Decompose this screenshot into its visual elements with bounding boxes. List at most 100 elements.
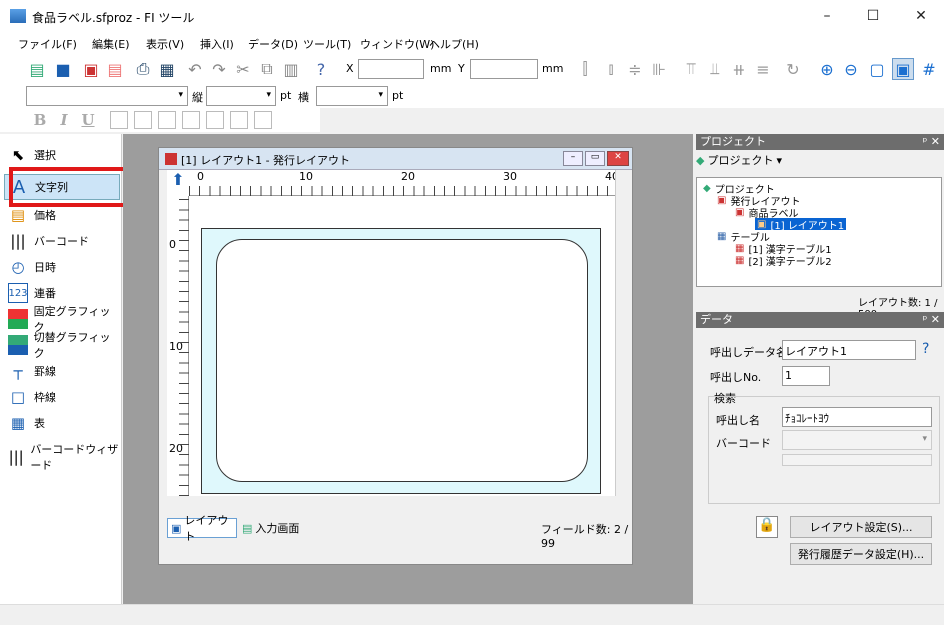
tool-barcode[interactable]: ||| バーコード [4,228,120,254]
layout-window-title: [1] レイアウト1 - 発行レイアウト [181,154,351,167]
valign-middle-icon[interactable] [230,111,248,129]
tool-select[interactable]: ⬉ 選択 [4,142,120,168]
close-button[interactable]: ✕ [898,0,944,32]
align-right-icon[interactable]: ≑ [624,58,646,80]
frame-icon: □ [10,388,26,406]
tab-layout[interactable]: ▣ レイアウト [167,514,237,543]
y-label: Y [458,62,465,75]
underline-button[interactable]: U [78,110,98,130]
search-name-label: 呼出し名 [716,414,760,427]
call-name-label: 呼出しデータ名 [710,346,787,359]
tool-line[interactable]: ┬ 罫線 [4,358,120,384]
align-left-icon[interactable]: ⫿ [574,58,596,80]
grid-icon[interactable]: # [918,58,940,80]
align-bottom-icon[interactable]: ⫫ [704,58,726,80]
distribute-v-icon[interactable]: ≡ [752,58,774,80]
call-no-stepper[interactable]: 1 [782,366,830,386]
tree-item-kanji-table2[interactable]: ▦ [2] 漢字テーブル2 [735,254,832,268]
pin-icon[interactable]: ᵖ ✕ [923,134,940,150]
layout-settings-button[interactable]: レイアウト設定(S)... [790,516,932,538]
layout-folder-icon: ▣ [717,194,727,206]
call-name-input[interactable]: レイアウト1 [782,340,916,360]
zoom-in-icon[interactable]: ⊕ [816,58,838,80]
barcode-field[interactable] [782,454,932,466]
justify-text-icon[interactable] [182,111,200,129]
layout-lock-icon[interactable]: 🔒 [756,516,778,538]
valign-top-icon[interactable] [206,111,224,129]
canvas-area[interactable] [189,196,615,496]
ruler-ticks-v [179,196,189,496]
height-label: 縦 [192,91,203,104]
align-right-text-icon[interactable] [158,111,176,129]
tool-table[interactable]: ▦ 表 [4,410,120,436]
project-icon: ◆ [696,153,705,167]
history-settings-button[interactable]: 発行履歴データ設定(H)... [790,543,932,565]
mdi-close-button[interactable]: ✕ [607,151,629,166]
format-toolbar: B I U [0,108,320,132]
sd-icon[interactable]: ▦ [156,58,178,80]
tool-switch-graphic[interactable]: 切替グラフィック [4,331,120,360]
new-icon[interactable]: ▤ [26,58,48,80]
copy-icon[interactable]: ⧉ [256,58,278,80]
menu-edit[interactable]: 編集(E) [92,36,130,52]
project-icon: ◆ [703,182,711,194]
align-middle-icon[interactable]: ⧺ [728,58,750,80]
distribute-icon[interactable]: ⊪ [648,58,670,80]
width-select[interactable]: ▾ [316,86,388,106]
project-dropdown[interactable]: ◆ プロジェクト ▾ [696,152,782,168]
align-center-text-icon[interactable] [134,111,152,129]
undo-icon[interactable]: ↶ [184,58,206,80]
font-select[interactable]: ▾ [26,86,188,106]
barcode-select[interactable]: ▾ [782,430,932,450]
paste-icon[interactable]: ▥ [280,58,302,80]
save-icon[interactable]: ■ [52,58,74,80]
layout-icon[interactable]: ▣ [80,58,102,80]
title-bar: 食品ラベル.sfproz - FI ツール – ☐ ✕ [0,0,944,32]
vertical-scrollbar[interactable] [615,170,632,496]
align-top-icon[interactable]: ⫪ [680,58,702,80]
tool-barcode-wizard[interactable]: ||| バーコードウィザード [4,443,120,472]
tool-datetime[interactable]: ◴ 日時 [4,254,120,280]
pin-icon[interactable]: ᵖ ✕ [923,312,940,328]
italic-button[interactable]: I [54,110,74,130]
menu-help[interactable]: ヘルプ(H) [429,36,479,52]
copy-layout-icon[interactable]: ▤ [104,58,126,80]
bold-button[interactable]: B [30,110,50,130]
x-input[interactable] [358,59,424,79]
table-folder-icon: ▦ [717,230,727,242]
app-icon [10,9,26,23]
y-input[interactable] [470,59,538,79]
mdi-maximize-button[interactable]: ▭ [585,151,605,166]
preview-icon[interactable]: ⎙ [132,58,154,80]
ruler-ticks [189,186,615,196]
rotate-icon[interactable]: ↻ [782,58,804,80]
barcode-label: バーコード [716,437,771,450]
menu-file[interactable]: ファイル(F) [18,36,77,52]
mdi-minimize-button[interactable]: – [563,151,583,166]
align-left-text-icon[interactable] [110,111,128,129]
align-center-icon[interactable]: ⫾ [600,58,622,80]
help-icon[interactable]: ? [922,341,929,357]
cut-icon[interactable]: ✂ [232,58,254,80]
fit-width-icon[interactable]: ▣ [892,58,914,80]
maximize-button[interactable]: ☐ [850,0,896,32]
minimize-button[interactable]: – [804,0,850,32]
valign-bottom-icon[interactable] [254,111,272,129]
height-select[interactable]: ▾ [206,86,276,106]
redo-icon[interactable]: ↷ [208,58,230,80]
fit-page-icon[interactable]: ▢ [866,58,888,80]
horizontal-scrollbar[interactable] [167,496,615,512]
menu-view[interactable]: 表示(V) [146,36,184,52]
menu-tools[interactable]: ツール(T) [303,36,351,52]
ruler-label: 20 [401,170,415,183]
menu-window[interactable]: ウィンドウ(W) [360,36,434,52]
tab-input-screen[interactable]: ▤ 入力画面 [239,518,309,538]
menu-insert[interactable]: 挿入(I) [200,36,234,52]
zoom-out-icon[interactable]: ⊖ [840,58,862,80]
tool-frame[interactable]: □ 枠線 [4,384,120,410]
menu-data[interactable]: データ(D) [248,36,298,52]
help-icon[interactable]: ? [310,58,332,80]
label-icon: ▣ [735,206,745,218]
search-name-input[interactable]: ﾁｮｺﾚｰﾄﾖｳ [782,407,932,427]
ruler-origin-icon[interactable]: ⬆ [167,170,189,196]
